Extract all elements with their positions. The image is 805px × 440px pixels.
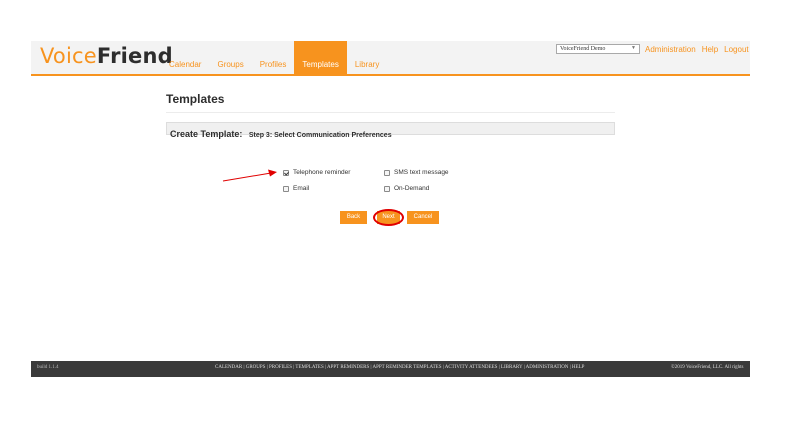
footer-links[interactable]: CALENDAR | GROUPS | PROFILES | TEMPLATES… (215, 365, 584, 370)
telephone-label: Telephone reminder (293, 169, 351, 176)
logout-link[interactable]: Logout (724, 45, 748, 54)
tab-groups[interactable]: Groups (209, 41, 251, 76)
sms-checkbox[interactable] (384, 169, 390, 176)
annotation-circle (373, 209, 404, 226)
step-header: Create Template: Step 3: Select Communic… (166, 122, 615, 139)
option-sms[interactable]: SMS text message (384, 169, 449, 176)
step-subtitle: Step 3: Select Communication Preferences (248, 132, 392, 139)
tab-library[interactable]: Library (347, 41, 387, 76)
account-select[interactable]: VoiceFriend Demo ▼ (556, 44, 640, 54)
top-links: Administration Help Logout (645, 45, 755, 54)
copyright: ©2019 VoiceFriend, LLC. All rights (671, 365, 744, 370)
help-link[interactable]: Help (702, 45, 718, 54)
footer: build 1.1.4 CALENDAR | GROUPS | PROFILES… (31, 361, 750, 377)
email-label: Email (293, 185, 310, 192)
main-nav: Calendar Groups Profiles Templates Libra… (161, 41, 387, 76)
account-select-value: VoiceFriend Demo (560, 46, 606, 52)
option-on-demand[interactable]: On-Demand (384, 185, 429, 192)
back-button[interactable]: Back (340, 211, 367, 224)
title-divider (166, 112, 615, 113)
option-telephone[interactable]: Telephone reminder (283, 169, 350, 176)
page-title: Templates (166, 92, 225, 106)
on-demand-checkbox[interactable] (384, 185, 390, 192)
step-title: Create Template: (170, 129, 243, 139)
build-version: build 1.1.4 (37, 365, 59, 370)
cancel-button[interactable]: Cancel (407, 211, 439, 224)
tab-calendar[interactable]: Calendar (161, 41, 209, 76)
annotation-arrow-icon (222, 169, 277, 182)
app-window: VoiceFriend Calendar Groups Profiles Tem… (31, 41, 750, 377)
on-demand-label: On-Demand (394, 185, 430, 192)
logo-voice: Voice (40, 44, 97, 68)
tab-templates[interactable]: Templates (294, 41, 347, 76)
option-email[interactable]: Email (283, 185, 309, 192)
administration-link[interactable]: Administration (645, 45, 696, 54)
chevron-down-icon: ▼ (631, 46, 636, 51)
telephone-checkbox[interactable] (283, 169, 289, 176)
header: VoiceFriend Calendar Groups Profiles Tem… (31, 41, 750, 76)
tab-profiles[interactable]: Profiles (252, 41, 295, 76)
logo[interactable]: VoiceFriend (40, 44, 173, 68)
email-checkbox[interactable] (283, 185, 289, 192)
sms-label: SMS text message (394, 169, 449, 176)
